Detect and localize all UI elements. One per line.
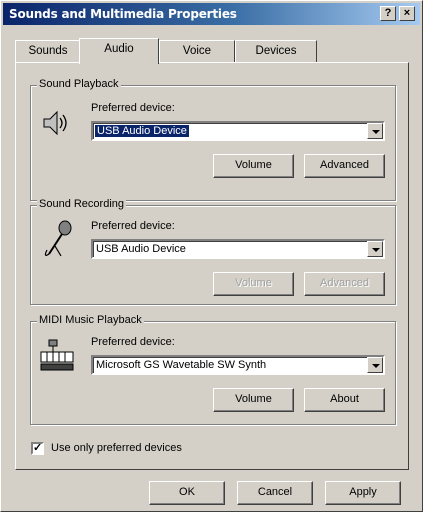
playback-advanced-button[interactable]: Advanced [304,154,385,178]
close-button[interactable]: × [399,6,415,21]
window-title: Sounds and Multimedia Properties [9,7,237,21]
tab-voice[interactable]: Voice [159,40,235,62]
playback-device-value: USB Audio Device [95,125,189,137]
recording-device-select[interactable]: USB Audio Device [91,239,385,259]
recording-preferred-label: Preferred device: [91,220,175,232]
chevron-down-icon[interactable] [367,357,383,373]
recording-device-value: USB Audio Device [96,243,186,255]
midi-playback-group: MIDI Music Playback Preferred device: Mi… [30,314,396,425]
apply-button[interactable]: Apply [325,481,401,505]
recording-advanced-button: Advanced [304,272,385,296]
audio-tab-panel: Sound Playback Preferred device: USB Aud… [15,62,409,470]
ok-button[interactable]: OK [149,481,225,505]
microphone-icon [41,220,75,263]
sound-playback-group: Sound Playback Preferred device: USB Aud… [30,78,396,201]
playback-volume-button[interactable]: Volume [213,154,294,178]
midi-preferred-label: Preferred device: [91,336,175,348]
sound-recording-group-label: Sound Recording [37,198,127,210]
midi-keyboard-icon [39,338,75,377]
chevron-down-icon[interactable] [367,123,383,139]
midi-device-value: Microsoft GS Wavetable SW Synth [96,359,267,371]
tab-audio[interactable]: Audio [79,38,159,64]
help-button[interactable]: ? [380,6,396,21]
tab-devices[interactable]: Devices [235,40,317,62]
chevron-down-icon[interactable] [367,241,383,257]
sound-recording-group: Sound Recording Preferred device: USB Au… [30,198,396,305]
midi-device-select[interactable]: Microsoft GS Wavetable SW Synth [91,355,385,375]
playback-preferred-label: Preferred device: [91,102,175,114]
recording-volume-button: Volume [213,272,294,296]
sound-playback-group-label: Sound Playback [37,78,121,90]
midi-volume-button[interactable]: Volume [213,388,294,412]
tab-sounds[interactable]: Sounds [15,40,81,62]
title-bar[interactable]: Sounds and Multimedia Properties ? × [3,3,420,25]
cancel-button[interactable]: Cancel [237,481,313,505]
playback-device-select[interactable]: USB Audio Device [91,121,385,141]
midi-playback-group-label: MIDI Music Playback [37,314,144,326]
properties-window: Sounds and Multimedia Properties ? × Sou… [0,0,423,512]
speaker-icon [41,108,71,141]
midi-about-button[interactable]: About [304,388,385,412]
